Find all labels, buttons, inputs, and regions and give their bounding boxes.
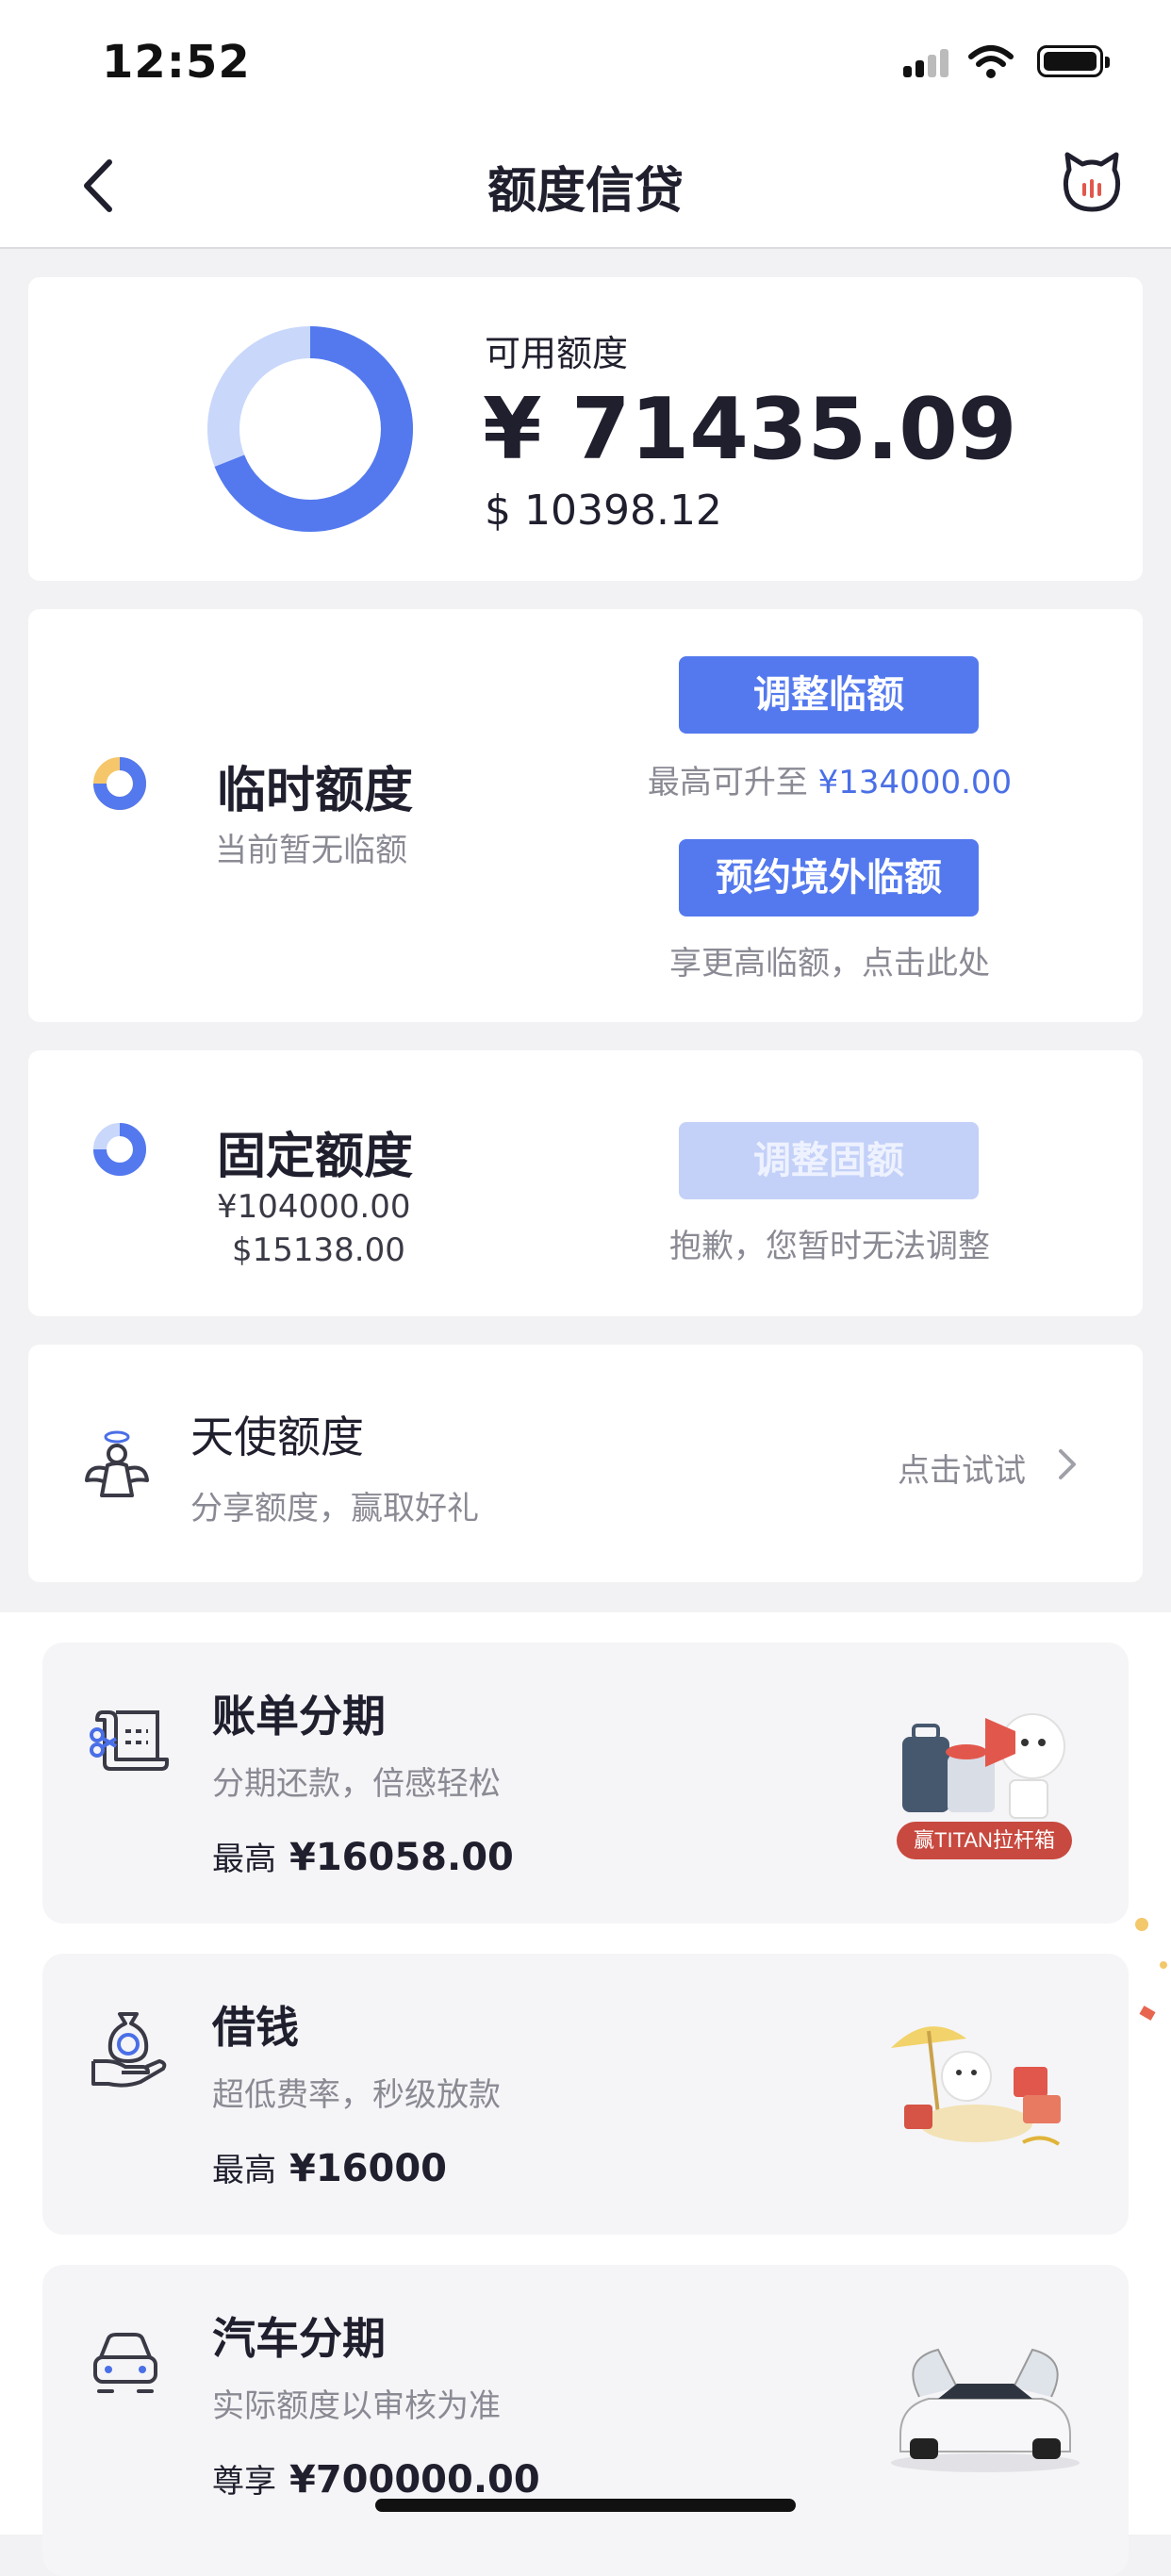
overseas-temporary-button[interactable]: 预约境外临额 — [679, 839, 979, 916]
fixed-credit-card: 固定额度 ¥104000.00 $15138.00 调整固额 抱歉，您暂时无法调… — [28, 1050, 1143, 1316]
angel-action: 点击试试 — [898, 1452, 1026, 1490]
product-amount: ¥700000.00 — [289, 2458, 540, 2502]
battery-icon — [1037, 45, 1110, 77]
product-amount-line: 最高 ¥16058.00 — [212, 1833, 514, 1879]
product-amount: ¥16058.00 — [289, 1836, 514, 1879]
fixed-amount-usd: $15138.00 — [232, 1231, 405, 1269]
money-bag-hand-icon — [91, 2012, 167, 2088]
product-amount-line: 尊享 ¥700000.00 — [212, 2455, 540, 2502]
promo-badge: 赢TITAN拉杆箱 — [897, 1822, 1072, 1859]
product-amount: ¥16000 — [289, 2147, 447, 2190]
adjust-temporary-button[interactable]: 调整临额 — [679, 656, 979, 734]
page-title: 额度信贷 — [487, 163, 684, 220]
temporary-max-line: 最高可升至 ¥134000.00 — [594, 756, 1065, 802]
temporary-title: 临时额度 — [217, 763, 414, 819]
car-illustration — [891, 2348, 1080, 2472]
cellular-signal-icon — [903, 49, 950, 77]
status-bar: 12:52 — [0, 0, 1171, 123]
confetti-decoration — [1160, 1961, 1167, 1969]
scissors-bill-icon — [90, 1710, 169, 1771]
available-amount-cny: ¥ 71435.09 — [483, 380, 1017, 479]
available-label: 可用额度 — [485, 333, 629, 374]
product-amount-prefix: 尊享 — [212, 2463, 276, 2501]
angel-credit-row[interactable]: 天使额度 分享额度，赢取好礼 点击试试 — [28, 1345, 1143, 1582]
confetti-decoration — [1135, 1918, 1148, 1931]
product-title: 借钱 — [212, 2002, 299, 2053]
product-amount-prefix: 最高 — [212, 2152, 276, 2189]
overseas-hint[interactable]: 享更高临额，点击此处 — [594, 937, 1065, 983]
available-credit-ring — [207, 326, 413, 532]
product-amount-prefix: 最高 — [212, 1841, 276, 1878]
temporary-credit-pie-icon — [93, 757, 146, 810]
wifi-icon — [968, 45, 1014, 78]
status-time: 12:52 — [102, 36, 251, 89]
cat-mascot-icon[interactable] — [1062, 151, 1122, 213]
adjust-fixed-button[interactable]: 调整固额 — [679, 1122, 979, 1199]
temporary-max-value: ¥134000.00 — [817, 764, 1013, 801]
temporary-credit-card: 临时额度 当前暂无临额 调整临额 最高可升至 ¥134000.00 预约境外临额… — [28, 609, 1143, 1022]
fixed-hint: 抱歉，您暂时无法调整 — [669, 1228, 990, 1265]
available-credit-card: 可用额度 ¥ 71435.09 $ 10398.12 — [28, 277, 1143, 581]
fixed-amount-cny: ¥104000.00 — [217, 1188, 411, 1226]
borrow-money-card[interactable]: 借钱 超低费率，秒级放款 最高 ¥16000 — [42, 1954, 1129, 2235]
fixed-credit-pie-icon — [93, 1123, 146, 1176]
product-title: 汽车分期 — [212, 2313, 386, 2364]
luggage-promo-illustration — [902, 1713, 1065, 1819]
angel-subtitle: 分享额度，赢取好礼 — [190, 1490, 479, 1527]
product-desc: 实际额度以审核为准 — [212, 2387, 501, 2425]
product-desc: 分期还款，倍感轻松 — [212, 1765, 501, 1803]
car-icon — [93, 2333, 157, 2393]
bill-installment-card[interactable]: 账单分期 分期还款，倍感轻松 最高 ¥16058.00 赢TITAN拉杆箱 — [42, 1643, 1129, 1924]
car-installment-card[interactable]: 汽车分期 实际额度以审核为准 尊享 ¥700000.00 — [42, 2265, 1129, 2576]
home-indicator[interactable] — [375, 2499, 796, 2512]
navigation-bar: 额度信贷 — [0, 123, 1171, 249]
temporary-max-prefix: 最高可升至 — [647, 764, 808, 801]
product-desc: 超低费率，秒级放款 — [212, 2076, 501, 2114]
beach-gift-illustration — [891, 2026, 1061, 2146]
chevron-right-icon — [1059, 1449, 1076, 1479]
fixed-title: 固定额度 — [217, 1129, 414, 1185]
available-amount-usd: $ 10398.12 — [485, 487, 722, 535]
angel-icon — [85, 1430, 149, 1497]
temporary-subtitle: 当前暂无临额 — [215, 832, 407, 869]
product-amount-line: 最高 ¥16000 — [212, 2144, 447, 2190]
angel-title: 天使额度 — [190, 1412, 364, 1462]
product-title: 账单分期 — [212, 1691, 386, 1742]
